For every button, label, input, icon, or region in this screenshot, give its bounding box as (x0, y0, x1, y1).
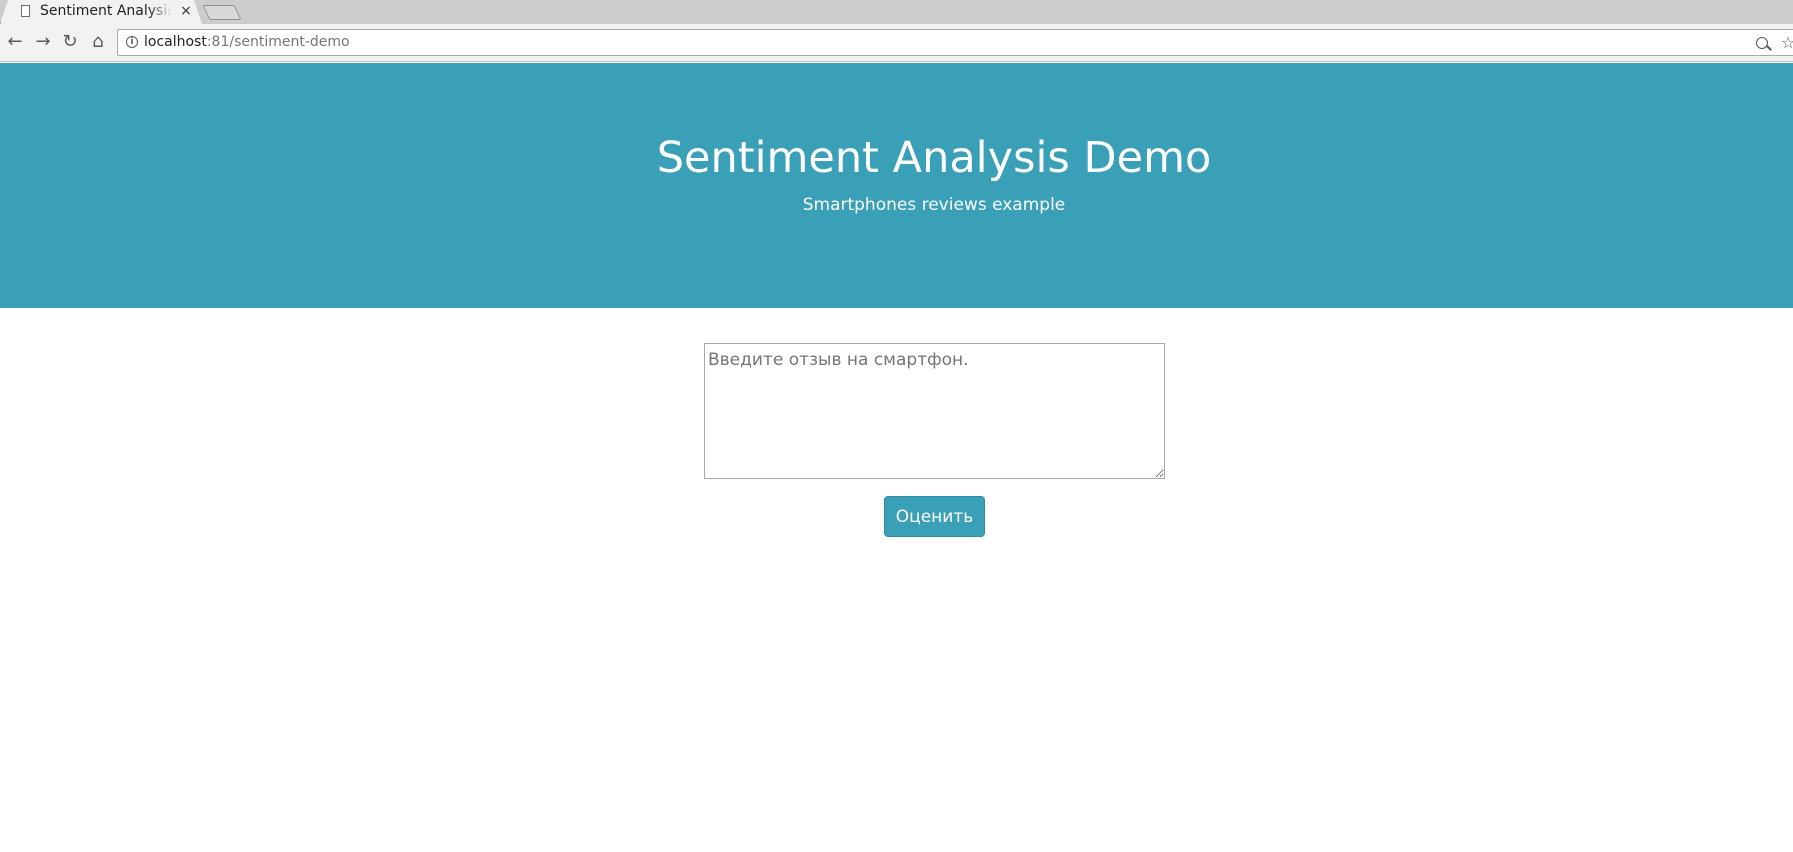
bookmark-star-icon[interactable]: ☆ (1781, 33, 1793, 52)
new-tab-button[interactable] (202, 5, 242, 20)
review-input[interactable] (704, 343, 1165, 479)
evaluate-button[interactable]: Оценить (884, 496, 985, 537)
page-title: Sentiment Analysis Demo (656, 133, 1212, 183)
tab-title: Sentiment Analysis Demo (40, 3, 172, 19)
url-text[interactable]: localhost:81/sentiment-demo (144, 34, 350, 50)
close-icon[interactable]: × (178, 2, 194, 20)
zoom-icon[interactable] (1756, 37, 1768, 49)
back-arrow-icon[interactable]: ← (3, 30, 27, 54)
tab-strip: Sentiment Analysis Demo × (0, 0, 1793, 24)
home-icon[interactable]: ⌂ (86, 30, 110, 54)
page-icon (21, 5, 30, 17)
page-subtitle: Smartphones reviews example (802, 195, 1066, 215)
browser-tab[interactable]: Sentiment Analysis Demo × (0, 0, 202, 24)
info-icon[interactable]: i (126, 36, 138, 48)
address-bar[interactable]: i localhost:81/sentiment-demo (117, 29, 1793, 56)
forward-arrow-icon[interactable]: → (31, 30, 55, 54)
url-host: localhost (144, 34, 207, 50)
browser-toolbar: ← → ↻ ⌂ i localhost:81/sentiment-demo (0, 24, 1793, 62)
reload-icon[interactable]: ↻ (58, 30, 82, 54)
hero-banner: Sentiment Analysis Demo Smartphones revi… (0, 63, 1793, 308)
url-path: :81/sentiment-demo (206, 34, 350, 50)
